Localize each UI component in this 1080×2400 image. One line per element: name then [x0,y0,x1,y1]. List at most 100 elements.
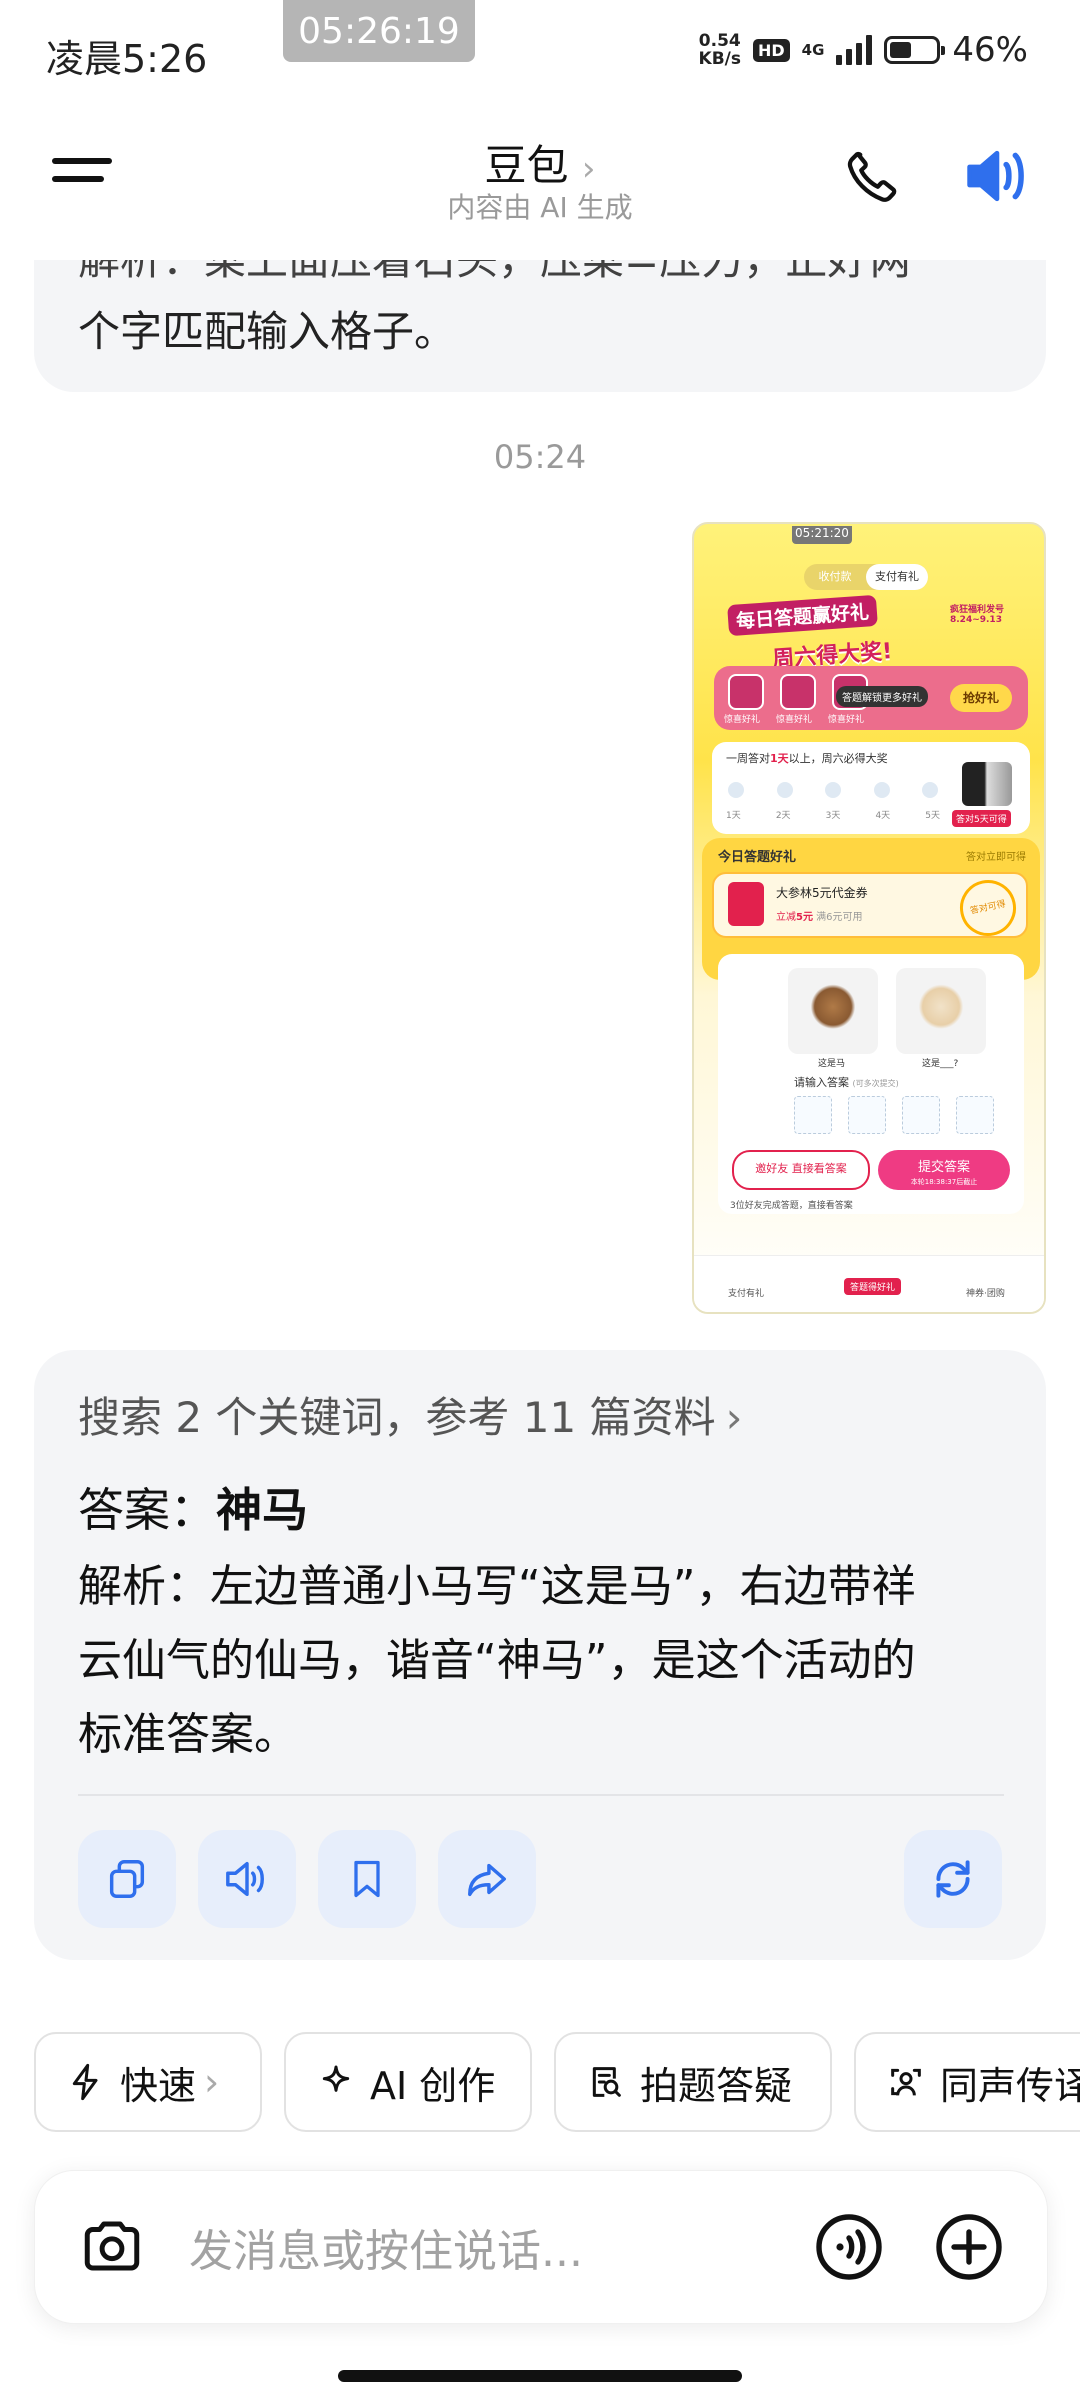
regenerate-icon [936,1860,970,1898]
shot-nav-item: 神券·团购 [966,1289,1005,1299]
gift-icon [728,674,764,710]
bot-answer-card: 搜索 2 个关键词，参考 11 篇资料 › 答案：神马 解析：左边普通小马写“这是… [34,1350,1046,1960]
shot-tabs: 收付款 支付有礼 [804,564,928,590]
copy-button[interactable] [78,1830,176,1928]
net-speed: 0.54 KB/s [699,32,741,68]
chip-ai-create[interactable]: AI 创作 [284,2032,532,2132]
chat-header: 豆包 › 内容由 AI 生成 [0,110,1080,260]
shot-submit-button: 提交答案 本轮18:38:37后截止 [878,1150,1010,1190]
gift-label: 惊喜好礼 [828,715,865,725]
chip-label: 同声传译 [940,2063,1080,2108]
shot-bottom-nav: 支付有礼 答题得好礼 神券·团购 [694,1255,1044,1312]
shot-coupon-card: 大参林5元代金券 立减5元 满6元可用 答对可得 [712,872,1028,942]
explanation-line: 解析：左边普通小马写“这是马”，右边带祥 [78,1561,916,1612]
plain-horse-image [788,968,878,1054]
shot-week-ribbon: 答对5天可得 [952,810,1011,827]
progress-days: 1天 2天 3天 4天 5天 [726,811,940,821]
gift-label: 惊喜好礼 [776,715,813,725]
read-aloud-button[interactable] [198,1830,296,1928]
shot-time: 05:21:20 [792,526,852,544]
ai-disclaimer: 内容由 AI 生成 [447,191,633,224]
hd-badge: HD [753,38,790,62]
shot-coupon-title: 大参林5元代金券 [776,886,868,900]
shot-tab-active: 支付有礼 [866,564,928,590]
shot-quiz-card: 这是马 这是___? 请输入答案 (可多次提交) 邀好友 直接看答案 提交答案 … [718,954,1024,1214]
shot-nav-item: 支付有礼 [728,1289,765,1299]
divider [78,1794,1004,1796]
explanation-line: 标准答案。 [78,1709,298,1760]
explanation-line: 云仙气的仙马，谐音“神马”，是这个活动的 [78,1635,916,1686]
sparkle-icon [322,2065,350,2092]
shot-date-text: 8.24~9.13 [950,615,1002,625]
shot-input-label: 请输入答案 (可多次提交) [794,1076,899,1089]
answer-value: 神马 [216,1483,308,1537]
explanation-text: 解析：左边普通小马写“这是马”，右边带祥 云仙气的仙马，谐音“神马”，是这个活动… [78,1550,1008,1772]
shot-week-progress: 一周答对1天以上，周六必得大奖 1天 2天 3天 4天 5天 答对5天可得 [712,742,1030,834]
gift-icon [780,674,816,710]
search-document-icon [592,2067,621,2097]
shot-invite-button: 邀好友 直接看答案 [732,1150,870,1190]
chip-photo-question[interactable]: 拍题答疑 [554,2032,832,2132]
shot-week-text: 一周答对1天以上，周六必得大奖 [726,752,888,765]
progress-dots [728,782,938,802]
chevron-right-icon: › [725,1393,743,1442]
bot-name: 豆包 [484,141,569,190]
shot-gift-bar: 惊喜好礼 惊喜好礼 惊喜好礼 答题解锁更多好礼 抢好礼 [714,666,1028,730]
battery-percent: 46% [952,30,1028,70]
recording-timer: 05:26:19 [283,0,475,62]
phone-icon[interactable] [842,146,902,206]
message-input-bar: 发消息或按住说话... [34,2170,1048,2324]
status-time: 凌晨5:26 [46,37,208,81]
shot-banner: 每日答题赢好礼 周六得大奖! [727,594,958,672]
home-indicator[interactable] [338,2370,742,2382]
chevron-right-icon: › [204,2060,220,2104]
shot-grab-button: 抢好礼 [950,684,1012,712]
shot-lock-label: 答题解锁更多好礼 [836,686,928,707]
shot-caption: 这是___? [922,1059,959,1069]
shot-coupon-stamp: 答对可得 [954,874,1022,942]
search-summary-link[interactable]: 搜索 2 个关键词，参考 11 篇资料 › [78,1384,742,1445]
shot-section-note: 答对立即可得 [966,852,1026,863]
prize-phones-image [962,762,1012,806]
battery-level [890,42,911,58]
camera-icon[interactable] [79,2215,145,2277]
bookmark-icon [354,1860,380,1898]
message-timestamp: 05:24 [493,438,587,476]
message-text-line: 个字匹配输入格子。 [78,307,457,356]
share-icon [468,1863,506,1897]
copy-icon [109,1860,145,1898]
status-bar: 凌晨5:26 05:26:19 0.54 KB/s HD 4G 46% [0,0,1080,110]
bot-title[interactable]: 豆包 › [0,132,1080,193]
battery-icon [884,36,946,64]
answer-line: 答案：神马 [78,1474,308,1540]
bookmark-button[interactable] [318,1830,416,1928]
red-envelope-icon [728,882,764,926]
shot-tab: 收付款 [818,570,852,583]
shot-banner-title: 每日答题赢好礼 [727,594,878,637]
read-aloud-icon [226,1861,264,1897]
plus-icon[interactable] [933,2211,1005,2283]
net-speed-unit: KB/s [698,49,741,69]
net-speed-value: 0.54 [698,31,741,51]
shot-coupon-sub: 立减5元 满6元可用 [776,912,863,923]
share-button[interactable] [438,1830,536,1928]
message-input[interactable]: 发消息或按住说话... [189,2215,583,2279]
chip-simultaneous-translation[interactable]: 同声传译 [854,2032,1080,2132]
chip-fast[interactable]: 快速 › [34,2032,262,2132]
shot-date-range: 疯狂福利发号 8.24~9.13 [950,602,1004,625]
chip-label: 快速 [120,2063,197,2108]
translate-icon [891,2068,921,2096]
status-indicators: 0.54 KB/s HD 4G 46% [699,30,1028,70]
network-type: 4G [801,41,825,59]
chip-label: AI 创作 [370,2063,496,2108]
shot-banner-note: 疯狂福利发号 [950,605,1005,615]
chip-label: 拍题答疑 [640,2063,793,2108]
shot-section-title: 今日答题好礼 [718,850,797,865]
shot-nav-item-active: 答题得好礼 [844,1278,902,1295]
sent-screenshot-image[interactable]: 05:21:20 收付款 支付有礼 每日答题赢好礼 周六得大奖! 疯狂福利发号 … [692,522,1046,1314]
voice-input-icon[interactable] [813,2211,885,2283]
regenerate-button[interactable] [904,1830,1002,1928]
lightning-icon [72,2063,98,2101]
speaker-icon[interactable] [962,144,1032,208]
signal-icon [836,35,873,65]
